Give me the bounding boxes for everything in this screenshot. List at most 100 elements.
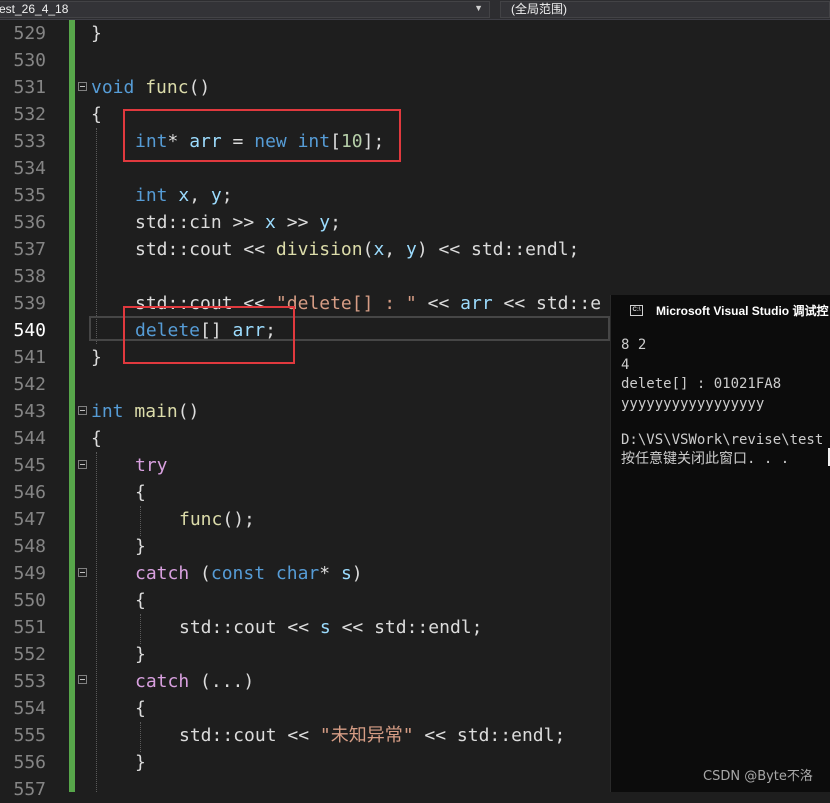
console-output-line: delete[] : 01021FA8 [621, 376, 782, 392]
console-output-line: 按任意键关闭此窗口. . . [621, 451, 790, 467]
line-number: 547 [13, 509, 46, 530]
line-number: 550 [13, 590, 46, 611]
code-line: std::cout << division(x, y) << std::endl… [135, 236, 579, 263]
code-token: division [275, 239, 363, 260]
code-token: main [134, 401, 178, 422]
code-line: std::cout << "未知异常" << std::endl; [179, 722, 565, 749]
navigation-bar: est_26_4_18 ▼ (全局范围) [0, 0, 830, 20]
code-token: { [135, 482, 146, 503]
console-title: Microsoft Visual Studio 调试控 [656, 304, 829, 318]
line-number: 548 [13, 536, 46, 557]
code-token: y [405, 239, 417, 260]
code-token: , [384, 239, 406, 260]
code-line: void func() [91, 74, 210, 101]
indent-guide [140, 722, 141, 752]
code-line: { [91, 101, 102, 128]
code-token: ( [189, 563, 211, 584]
watermark: CSDN @Byte不洛 [703, 769, 813, 784]
code-token: "未知异常" [319, 725, 414, 746]
change-tracking-bar [69, 20, 75, 792]
code-token: ; [330, 212, 341, 233]
code-line: std::cin >> x >> y; [135, 209, 341, 236]
highlight-box-new [123, 109, 401, 162]
code-token: } [135, 752, 146, 773]
collapse-icon[interactable] [78, 406, 87, 415]
line-number: 545 [13, 455, 46, 476]
code-line: try [135, 452, 168, 479]
code-token: catch [135, 671, 190, 692]
code-token: func [145, 77, 189, 98]
console-output-line: 4 [621, 357, 630, 373]
code-token: (); [222, 509, 255, 530]
line-number: 555 [13, 725, 46, 746]
code-token: s [319, 617, 331, 638]
code-token: char [275, 563, 320, 584]
code-token: } [91, 347, 102, 368]
file-scope-dropdown[interactable]: est_26_4_18 ▼ [0, 1, 490, 18]
code-token: << std::endl; [413, 725, 566, 746]
line-number: 536 [13, 212, 46, 233]
collapse-icon[interactable] [78, 460, 87, 469]
console-app-icon: C:\ [630, 305, 643, 316]
collapse-icon[interactable] [78, 675, 87, 684]
collapse-icon[interactable] [78, 82, 87, 91]
line-number: 532 [13, 104, 46, 125]
line-number: 551 [13, 617, 46, 638]
line-number: 538 [13, 266, 46, 287]
collapse-icon[interactable] [78, 568, 87, 577]
line-number: 557 [13, 779, 46, 800]
console-title-bar[interactable]: C:\ Microsoft Visual Studio 调试控 [611, 295, 830, 327]
code-token: catch [135, 563, 190, 584]
code-line: int main() [91, 398, 199, 425]
code-token: (...) [189, 671, 255, 692]
line-number: 537 [13, 239, 46, 260]
code-line: { [135, 479, 146, 506]
code-line: catch (const char* s) [135, 560, 363, 587]
code-token: << [416, 293, 461, 314]
code-line: int x, y; [135, 182, 233, 209]
line-number: 554 [13, 698, 46, 719]
line-number: 535 [13, 185, 46, 206]
code-token: << std::e [492, 293, 602, 314]
code-line: } [135, 749, 146, 776]
code-token: arr [460, 293, 493, 314]
code-token: , [189, 185, 211, 206]
line-number: 542 [13, 374, 46, 395]
code-token: const [210, 563, 266, 584]
line-number: 549 [13, 563, 46, 584]
line-number: 530 [13, 50, 46, 71]
code-token: () [188, 77, 211, 98]
code-token: { [135, 590, 146, 611]
code-token: x [178, 185, 190, 206]
code-token: int [135, 185, 168, 206]
code-line: } [91, 20, 102, 47]
console-output-line: yyyyyyyyyyyyyyyyy [621, 396, 765, 412]
line-number: 533 [13, 131, 46, 152]
code-token: s [340, 563, 352, 584]
member-scope-label: (全局范围) [511, 2, 567, 16]
code-token: () [177, 401, 200, 422]
code-token: y [319, 212, 331, 233]
code-token: int [91, 401, 124, 422]
code-token: << std::endl; [330, 617, 483, 638]
dropdown-arrow-icon[interactable]: ▼ [474, 2, 483, 16]
code-token: } [91, 23, 102, 44]
line-number: 543 [13, 401, 46, 422]
console-window[interactable]: C:\ Microsoft Visual Studio 调试控 8 2 4 de… [610, 295, 830, 792]
code-line: } [91, 344, 102, 371]
code-token: } [135, 536, 146, 557]
code-line: } [135, 641, 146, 668]
line-number: 531 [13, 77, 46, 98]
line-number: 556 [13, 752, 46, 773]
code-token: std::cout << [179, 725, 320, 746]
code-token: >> [275, 212, 320, 233]
code-token: std::cin >> [135, 212, 266, 233]
console-output-line: D:\VS\VSWork\revise\test [621, 432, 824, 448]
line-number: 529 [13, 23, 46, 44]
line-number: 552 [13, 644, 46, 665]
member-scope-dropdown[interactable]: (全局范围) [500, 1, 830, 18]
indent-guide [96, 128, 97, 344]
